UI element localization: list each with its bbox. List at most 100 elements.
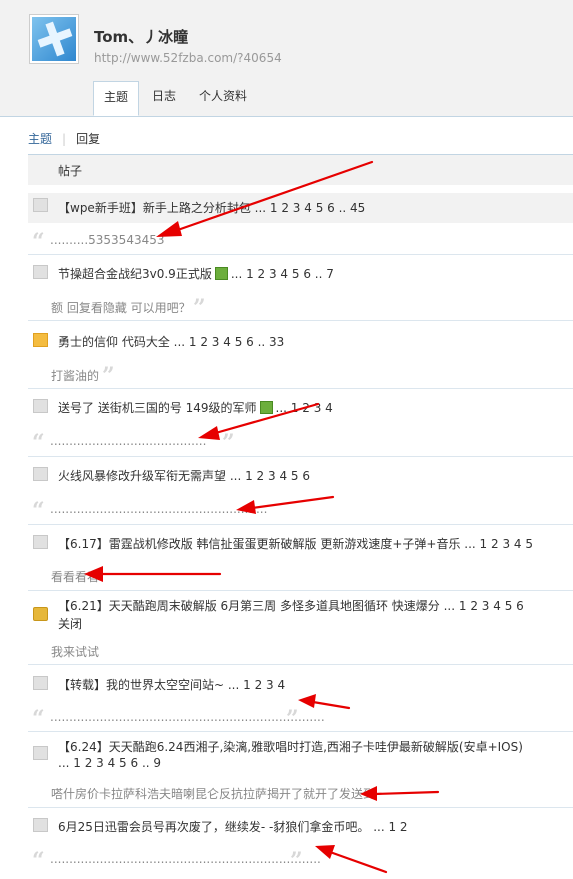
post-title-text[interactable]: 6月25日迅雷会员号再次废了，继续发- -豺狼们拿金币吧。 ...: [58, 820, 385, 834]
folder-icon: [33, 333, 48, 347]
post-title[interactable]: 6月25日迅雷会员号再次废了，继续发- -豺狼们拿金币吧。 ... 1 2: [58, 818, 408, 835]
reply-text[interactable]: ........................................…: [50, 434, 206, 448]
reply-quote: “ ......................................…: [28, 706, 573, 730]
post-row[interactable]: 节操超合金战纪3v0.9正式版 ... 1 2 3 4 5 6 .. 7: [28, 262, 573, 284]
post-title-text[interactable]: 勇士的信仰 代码大全 ...: [58, 335, 185, 349]
post-title[interactable]: 火线风暴修改升级军衔无需声望 ... 1 2 3 4 5 6: [58, 467, 310, 484]
post-title[interactable]: 【6.24】天天酷跑6.24西湘子,染漓,雅歌唱时打造,西湘子卡哇伊最新破解版(…: [58, 738, 523, 755]
post-title-text[interactable]: 【wpe新手班】新手上路之分析封包 ...: [58, 201, 266, 215]
user-url[interactable]: http://www.52fzba.com/?40654: [94, 51, 282, 65]
post-title[interactable]: 【转载】我的世界太空空间站~ ... 1 2 3 4: [58, 676, 285, 693]
reply-quote: 打酱油的 ”: [28, 363, 573, 389]
post-icon: [33, 676, 48, 690]
divider: [28, 456, 573, 457]
post-title[interactable]: 【wpe新手班】新手上路之分析封包 ... 1 2 3 4 5 6 .. 45: [58, 199, 365, 216]
post-pages[interactable]: 1 2 3 4 5 6: [459, 599, 524, 613]
quote-open-icon: “: [32, 430, 45, 456]
post-pages[interactable]: 1 2: [388, 820, 407, 834]
subnav-replies[interactable]: 回复: [76, 132, 100, 146]
lock-icon: [33, 607, 48, 621]
post-row[interactable]: 【6.21】天天酷跑周末破解版 6月第三周 多怪多道具地图循环 快速爆分 ...…: [28, 597, 573, 633]
post-title-text[interactable]: 【转载】我的世界太空空间站~ ...: [58, 678, 239, 692]
post-title-text[interactable]: 节操超合金战纪3v0.9正式版: [58, 267, 212, 281]
post-icon: [33, 467, 48, 481]
quote-close-icon: ”: [286, 706, 299, 732]
quote-open-icon: “: [32, 229, 45, 255]
reply-text[interactable]: ........................................…: [50, 502, 267, 516]
post-title-text[interactable]: 【6.17】雷霆战机修改版 韩信扯蛋蛋更新破解版 更新游戏速度+子弹+音乐 ..…: [58, 537, 476, 551]
divider: [28, 807, 573, 808]
avatar[interactable]: [29, 14, 79, 64]
reply-text[interactable]: 看看看看: [51, 568, 99, 585]
post-icon: [33, 746, 48, 760]
divider: [28, 731, 573, 732]
image-attachment-icon: [214, 267, 228, 280]
quote-open-icon: “: [32, 498, 45, 524]
subnav: 主题 | 回复: [28, 130, 100, 147]
post-row[interactable]: 【转载】我的世界太空空间站~ ... 1 2 3 4: [28, 673, 573, 695]
quote-close-icon: ”: [193, 295, 206, 321]
reply-quote: “ ..........5353543453: [28, 229, 573, 253]
post-pages[interactable]: 1 2 3 4: [243, 678, 285, 692]
post-row[interactable]: 火线风暴修改升级军衔无需声望 ... 1 2 3 4 5 6: [28, 464, 573, 486]
post-title[interactable]: 送号了 送街机三国的号 149级的军师 ... 1 2 3 4: [58, 399, 333, 416]
profile-header: Tom、丿冰瞳 http://www.52fzba.com/?40654 主题 …: [0, 0, 573, 117]
post-status: 关闭: [58, 617, 83, 631]
divider: [28, 254, 573, 255]
reply-text[interactable]: ........................................…: [50, 710, 325, 724]
tab-profile[interactable]: 个人资料: [197, 81, 249, 116]
quote-open-icon: “: [32, 706, 45, 732]
quote-close-icon: ”: [290, 848, 303, 874]
post-pages[interactable]: 1 2 3 4 5 6 .. 45: [270, 201, 365, 215]
tab-blog[interactable]: 日志: [149, 81, 179, 116]
post-row[interactable]: 【wpe新手班】新手上路之分析封包 ... 1 2 3 4 5 6 .. 45: [28, 193, 573, 223]
reply-text[interactable]: 打酱油的: [51, 367, 99, 384]
divider: [28, 320, 573, 321]
divider: [28, 664, 573, 665]
post-title-text[interactable]: 火线风暴修改升级军衔无需声望 ...: [58, 469, 241, 483]
post-pages[interactable]: ... 1 2 3 4 5 6 .. 9: [58, 756, 161, 770]
table-header: 帖子: [28, 155, 573, 185]
avatar-image: [32, 17, 76, 61]
post-row[interactable]: 送号了 送街机三国的号 149级的军师 ... 1 2 3 4: [28, 396, 573, 418]
post-pages[interactable]: ... 1 2 3 4 5 6 .. 7: [231, 267, 334, 281]
post-row[interactable]: 【6.17】雷霆战机修改版 韩信扯蛋蛋更新破解版 更新游戏速度+子弹+音乐 ..…: [28, 532, 573, 554]
post-title-text[interactable]: 【6.24】天天酷跑6.24西湘子,染漓,雅歌唱时打造,西湘子卡哇伊最新破解版(…: [58, 740, 523, 754]
reply-quote: “ ......................................…: [28, 848, 573, 872]
post-title-text[interactable]: 送号了 送街机三国的号 149级的军师: [58, 401, 257, 415]
divider: [28, 524, 573, 525]
divider: [28, 590, 573, 591]
post-title-text[interactable]: 【6.21】天天酷跑周末破解版 6月第三周 多怪多道具地图循环 快速爆分 ...: [58, 599, 455, 613]
image-attachment-icon: [259, 401, 273, 414]
post-icon: [33, 399, 48, 413]
post-pages[interactable]: 1 2 3 4 5 6 .. 33: [189, 335, 284, 349]
post-icon: [33, 818, 48, 832]
post-row[interactable]: 勇士的信仰 代码大全 ... 1 2 3 4 5 6 .. 33: [28, 330, 573, 352]
quote-close-icon: ”: [102, 363, 115, 389]
table-header-label: 帖子: [58, 164, 83, 178]
reply-text[interactable]: ........................................…: [50, 852, 321, 866]
reply-text[interactable]: 我来试试: [51, 643, 99, 660]
reply-quote: 看看看看: [28, 565, 573, 587]
post-row[interactable]: 6月25日迅雷会员号再次废了，继续发- -豺狼们拿金币吧。 ... 1 2: [28, 815, 573, 837]
post-icon: [33, 265, 48, 279]
post-pages[interactable]: ... 1 2 3 4: [276, 401, 333, 415]
post-title[interactable]: 勇士的信仰 代码大全 ... 1 2 3 4 5 6 .. 33: [58, 333, 284, 350]
reply-quote: 嗒什房价卡拉萨科浩夫暗喇昆仑反抗拉萨揭开了就开了发送到: [28, 782, 573, 804]
reply-text[interactable]: 嗒什房价卡拉萨科浩夫暗喇昆仑反抗拉萨揭开了就开了发送到: [51, 785, 375, 802]
reply-quote: 我来试试: [28, 640, 573, 662]
reply-text[interactable]: ..........5353543453: [50, 233, 165, 247]
post-title[interactable]: 节操超合金战纪3v0.9正式版 ... 1 2 3 4 5 6 .. 7: [58, 265, 334, 282]
post-row[interactable]: 【6.24】天天酷跑6.24西湘子,染漓,雅歌唱时打造,西湘子卡哇伊最新破解版(…: [28, 738, 573, 774]
post-title[interactable]: 【6.21】天天酷跑周末破解版 6月第三周 多怪多道具地图循环 快速爆分 ...…: [58, 597, 524, 614]
tab-topics[interactable]: 主题: [93, 81, 139, 116]
subnav-topics[interactable]: 主题: [28, 132, 52, 146]
post-pages[interactable]: 1 2 3 4 5: [480, 537, 533, 551]
post-icon: [33, 198, 48, 212]
post-title[interactable]: 【6.17】雷霆战机修改版 韩信扯蛋蛋更新破解版 更新游戏速度+子弹+音乐 ..…: [58, 535, 533, 552]
divider: [28, 388, 573, 389]
post-pages[interactable]: 1 2 3 4 5 6: [245, 469, 310, 483]
reply-text[interactable]: 额 回复看隐藏 可以用吧？: [51, 299, 191, 316]
quote-open-icon: “: [32, 848, 45, 874]
post-icon: [33, 535, 48, 549]
